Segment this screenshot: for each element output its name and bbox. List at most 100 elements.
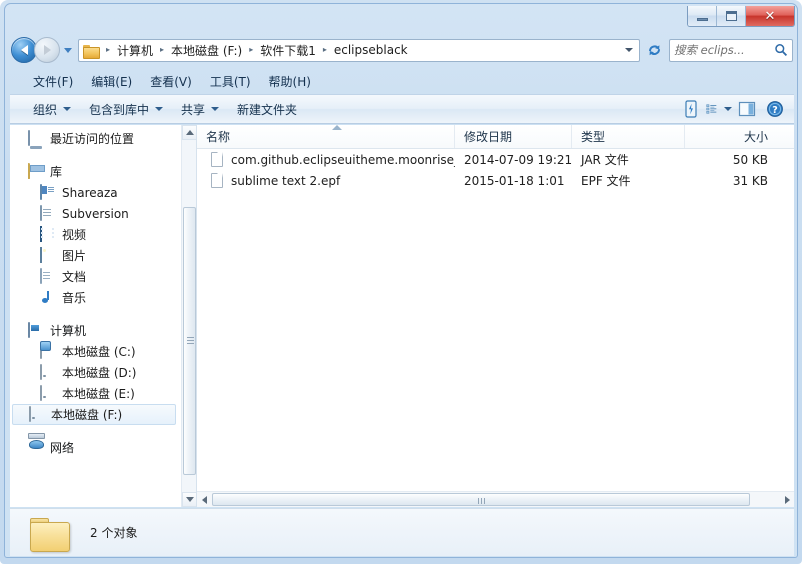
chevron-down-icon	[63, 107, 72, 111]
search-box[interactable]: 搜索 eclips...	[669, 38, 793, 62]
menu-item-file[interactable]: 文件(F)	[24, 70, 82, 93]
search-input[interactable]: 搜索 eclips...	[674, 42, 774, 58]
include-in-library-button[interactable]: 包含到库中	[80, 97, 172, 122]
sidebar-item-computer[interactable]: 计算机	[10, 320, 182, 341]
drive-icon	[40, 363, 42, 380]
new-folder-button[interactable]: 新建文件夹	[228, 97, 306, 122]
sidebar-item-pictures[interactable]: 图片	[10, 245, 182, 266]
minimize-button[interactable]	[688, 6, 717, 26]
menu-item-view[interactable]: 查看(V)	[141, 70, 201, 93]
sidebar-item-drive-e[interactable]: 本地磁盘 (E:)	[10, 383, 182, 404]
sidebar-item-recent-places[interactable]: 最近访问的位置	[10, 128, 182, 149]
library-icon	[28, 162, 30, 179]
close-button[interactable]: ✕	[746, 6, 794, 26]
explorer-window: ✕ ▸ 计算机 ▸ 本地磁盘 (F:) ▸ 软件下载1 ▸ eclipsebla…	[0, 0, 802, 564]
forward-button[interactable]	[34, 37, 60, 63]
minimize-icon	[696, 17, 708, 21]
breadcrumb-separator: ▸	[322, 45, 327, 54]
column-header-size[interactable]: 大小	[685, 125, 782, 148]
help-button[interactable]: ?	[762, 98, 788, 120]
picture-icon	[40, 246, 42, 263]
breadcrumb-separator: ▸	[105, 45, 110, 54]
file-name-cell: sublime text 2.epf	[197, 173, 455, 188]
chevron-down-icon	[724, 107, 732, 111]
sidebar-item-subversion[interactable]: Subversion	[10, 203, 182, 224]
maximize-button[interactable]	[717, 6, 746, 26]
breadcrumb: ▸ 计算机 ▸ 本地磁盘 (F:) ▸ 软件下载1 ▸ eclipseblack	[83, 40, 621, 61]
table-row[interactable]: com.github.eclipseuitheme.moonrise_... 2…	[197, 149, 794, 170]
scrollbar-thumb[interactable]	[183, 207, 196, 475]
burn-button[interactable]	[678, 98, 704, 120]
scroll-left-button[interactable]	[197, 492, 211, 507]
address-input[interactable]: ▸ 计算机 ▸ 本地磁盘 (F:) ▸ 软件下载1 ▸ eclipseblack	[78, 38, 640, 62]
title-bar: ✕	[5, 4, 797, 32]
sidebar-item-label: 最近访问的位置	[50, 132, 135, 146]
file-type-cell: EPF 文件	[581, 174, 631, 188]
column-header-label: 类型	[581, 130, 606, 144]
column-header-date[interactable]: 修改日期	[455, 125, 572, 148]
breadcrumb-item-current[interactable]: eclipseblack	[331, 41, 411, 59]
sidebar-item-drive-f[interactable]: 本地磁盘 (F:)	[12, 404, 176, 425]
sidebar-item-label: 图片	[62, 249, 87, 263]
preview-pane-icon	[738, 101, 756, 117]
organize-button[interactable]: 组织	[24, 97, 80, 122]
chevron-left-icon	[201, 495, 207, 504]
menu-item-help[interactable]: 帮助(H)	[260, 70, 320, 93]
breadcrumb-separator: ▸	[249, 45, 254, 54]
share-label: 共享	[181, 102, 206, 117]
sidebar-item-documents[interactable]: 文档	[10, 266, 182, 287]
scroll-up-button[interactable]	[182, 125, 196, 140]
folder-icon	[83, 44, 100, 59]
column-header-type[interactable]: 类型	[572, 125, 685, 148]
sidebar-item-label: 音乐	[62, 291, 87, 305]
forward-arrow-icon	[43, 45, 51, 55]
file-list-horizontal-scrollbar[interactable]	[197, 491, 794, 507]
history-dropdown-button[interactable]	[61, 37, 75, 63]
scrollbar-track[interactable]	[211, 492, 780, 507]
menu-item-tools[interactable]: 工具(T)	[201, 70, 260, 93]
address-bar-row: ▸ 计算机 ▸ 本地磁盘 (F:) ▸ 软件下载1 ▸ eclipseblack	[5, 32, 797, 68]
window-controls: ✕	[687, 6, 795, 27]
column-header-name[interactable]: 名称	[197, 125, 455, 148]
window-inner-frame: ✕ ▸ 计算机 ▸ 本地磁盘 (F:) ▸ 软件下载1 ▸ eclipsebla…	[4, 3, 798, 558]
command-toolbar: 组织 包含到库中 共享 新建文件夹 ?	[10, 94, 794, 124]
include-in-library-label: 包含到库中	[89, 102, 150, 117]
refresh-button[interactable]	[642, 39, 666, 62]
column-header-label: 修改日期	[464, 130, 513, 144]
scroll-down-button[interactable]	[182, 492, 196, 507]
navigation-buttons	[11, 37, 75, 63]
file-date-cell: 2015-01-18 1:01	[464, 173, 565, 188]
breadcrumb-separator: ▸	[160, 45, 165, 54]
folder-icon	[30, 515, 72, 552]
sidebar-vertical-scrollbar[interactable]	[181, 125, 196, 507]
chevron-down-icon	[625, 48, 633, 52]
scroll-right-button[interactable]	[780, 492, 794, 507]
sidebar-item-network[interactable]: 网络	[10, 437, 182, 458]
breadcrumb-item-drive[interactable]: 本地磁盘 (F:)	[168, 40, 245, 61]
sidebar-item-videos[interactable]: 视频	[10, 224, 182, 245]
sidebar-item-shareaza[interactable]: Shareaza	[10, 182, 182, 203]
view-options-button[interactable]	[706, 98, 732, 120]
menu-item-edit[interactable]: 编辑(E)	[82, 70, 141, 93]
file-name-cell: com.github.eclipseuitheme.moonrise_...	[197, 152, 455, 167]
sidebar-item-label: 计算机	[50, 324, 87, 338]
share-button[interactable]: 共享	[172, 97, 228, 122]
recent-places-icon	[28, 129, 30, 146]
file-size-cell: 50 KB	[732, 152, 768, 167]
sidebar-item-label: 视频	[62, 228, 87, 242]
sidebar-item-libraries[interactable]: 库	[10, 161, 182, 182]
sidebar-item-music[interactable]: 音乐	[10, 287, 182, 308]
table-row[interactable]: sublime text 2.epf 2015-01-18 1:01 EPF 文…	[197, 170, 794, 191]
preview-pane-button[interactable]	[734, 98, 760, 120]
chevron-right-icon	[784, 495, 790, 504]
file-name-label: com.github.eclipseuitheme.moonrise_...	[231, 152, 455, 167]
sidebar-item-label: 本地磁盘 (F:)	[51, 408, 123, 422]
scrollbar-thumb[interactable]	[212, 493, 750, 506]
chevron-down-icon	[211, 107, 220, 111]
sidebar-item-label: 文档	[62, 270, 87, 284]
sidebar-item-drive-d[interactable]: 本地磁盘 (D:)	[10, 362, 182, 383]
breadcrumb-item-folder[interactable]: 软件下载1	[257, 40, 319, 61]
address-dropdown-button[interactable]	[621, 40, 637, 61]
sidebar-item-drive-c[interactable]: 本地磁盘 (C:)	[10, 341, 182, 362]
breadcrumb-item-computer[interactable]: 计算机	[114, 40, 156, 61]
